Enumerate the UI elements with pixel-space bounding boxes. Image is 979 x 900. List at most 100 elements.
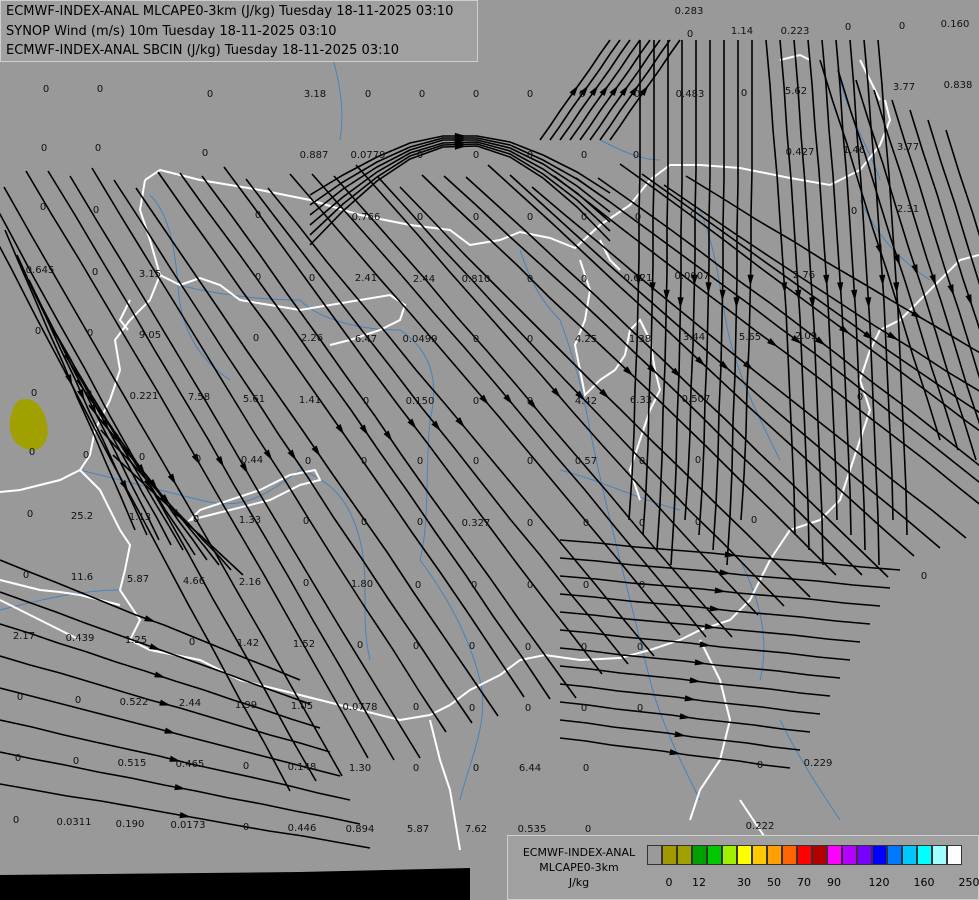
grid-value-label: 0 xyxy=(75,695,81,706)
legend-tick-label: 90 xyxy=(827,876,841,889)
grid-value-label: 0 xyxy=(751,515,757,526)
grid-value-label: 0 xyxy=(31,388,37,399)
grid-value-label: 0 xyxy=(417,517,423,528)
grid-value-label: 6.44 xyxy=(519,763,541,774)
grid-value-label: 0 xyxy=(35,326,41,337)
grid-value-label: 0 xyxy=(639,518,645,529)
grid-value-label: 0 xyxy=(473,334,479,345)
grid-value-label: 0 xyxy=(695,517,701,528)
grid-value-label: 0 xyxy=(639,456,645,467)
grid-value-label: 2.16 xyxy=(239,577,261,588)
grid-value-label: 0 xyxy=(527,396,533,407)
title-line-3: ECMWF-INDEX-ANAL SBCIN (J/kg) Tuesday 18… xyxy=(6,43,400,58)
grid-value-label: 0.515 xyxy=(118,758,147,769)
grid-value-label: 0 xyxy=(585,824,591,835)
grid-value-label: 6.47 xyxy=(355,334,377,345)
grid-value-label: 3.77 xyxy=(897,142,919,153)
legend-swatch xyxy=(827,845,842,865)
grid-value-label: 0 xyxy=(253,333,259,344)
grid-value-label: 0.621 xyxy=(624,273,653,284)
color-legend: ECMWF-INDEX-ANAL MLCAPE0-3km J/kg 0 12 30 5… xyxy=(507,835,979,900)
legend-label: ECMWF-INDEX-ANAL MLCAPE0-3km J/kg xyxy=(512,845,646,890)
grid-value-label: 0 xyxy=(413,702,419,713)
grid-value-label: 1.42 xyxy=(237,638,259,649)
grid-value-label: 2.44 xyxy=(179,698,201,709)
grid-value-label: 0 xyxy=(97,84,103,95)
legend-swatch xyxy=(842,845,857,865)
grid-value-label: 2.76 xyxy=(793,270,815,281)
grid-value-label: 0 xyxy=(899,21,905,32)
grid-value-label: 0 xyxy=(469,703,475,714)
legend-swatch xyxy=(677,845,692,865)
grid-value-label: 0.221 xyxy=(130,391,159,402)
grid-value-label: 0.522 xyxy=(120,697,149,708)
grid-value-label: 0 xyxy=(417,456,423,467)
grid-value-label: 0 xyxy=(243,761,249,772)
grid-value-label: 0 xyxy=(579,89,585,100)
grid-value-label: 0 xyxy=(309,273,315,284)
grid-value-label: 0 xyxy=(93,205,99,216)
grid-value-label: 1.80 xyxy=(351,579,373,590)
grid-value-label: 0 xyxy=(87,328,93,339)
legend-swatch xyxy=(932,845,947,865)
grid-value-label: 5.62 xyxy=(785,86,807,97)
grid-value-label: 3.15 xyxy=(139,269,161,280)
grid-value-label: 0 xyxy=(15,753,21,764)
grid-value-label: 1.41 xyxy=(299,395,321,406)
grid-value-label: 0 xyxy=(637,642,643,653)
grid-value-label: 0 xyxy=(473,212,479,223)
grid-value-label: 0 xyxy=(581,212,587,223)
grid-value-label: 0 xyxy=(305,456,311,467)
legend-swatch xyxy=(812,845,827,865)
legend-swatch xyxy=(782,845,797,865)
grid-value-label: 0.439 xyxy=(66,633,95,644)
grid-value-label: 0.535 xyxy=(518,824,547,835)
grid-value-label: 4.42 xyxy=(575,396,597,407)
grid-value-label: 0 xyxy=(583,518,589,529)
grid-value-label: 0.223 xyxy=(781,26,810,37)
grid-value-label: 1.25 xyxy=(125,635,147,646)
grid-value-label: 0 xyxy=(43,84,49,95)
grid-value-label: 0 xyxy=(527,334,533,345)
grid-value-label: 0 xyxy=(527,580,533,591)
grid-value-label: 2.31 xyxy=(897,204,919,215)
grid-value-label: 11.6 xyxy=(71,572,93,583)
grid-value-label: 0 xyxy=(527,212,533,223)
grid-value-label: 0 xyxy=(687,29,693,40)
legend-swatch xyxy=(797,845,812,865)
grid-value-label: 6.33 xyxy=(630,395,652,406)
legend-swatch xyxy=(887,845,902,865)
grid-value-label: 0.327 xyxy=(462,518,491,529)
grid-value-label: 1.46 xyxy=(843,145,865,156)
grid-value-label: 0 xyxy=(583,580,589,591)
grid-value-label: 0 xyxy=(527,150,533,161)
grid-value-label: 0 xyxy=(255,210,261,221)
grid-value-label: 0 xyxy=(195,454,201,465)
grid-value-label: 0 xyxy=(139,452,145,463)
grid-value-label: 4.66 xyxy=(183,576,205,587)
grid-value-label: 2.41 xyxy=(355,273,377,284)
grid-value-label: 0 xyxy=(415,580,421,591)
grid-value-label: 0 xyxy=(473,763,479,774)
grid-value-label: 1.13 xyxy=(129,512,151,523)
legend-swatch xyxy=(662,845,677,865)
legend-swatch xyxy=(722,845,737,865)
grid-value-label: 0 xyxy=(17,692,23,703)
grid-value-label: 0.810 xyxy=(462,274,491,285)
legend-swatch xyxy=(707,845,722,865)
grid-value-label: 0 xyxy=(581,642,587,653)
legend-subtitle: MLCAPE0-3km xyxy=(539,861,619,874)
grid-value-label: 0 xyxy=(741,88,747,99)
grid-value-label: 2.44 xyxy=(413,274,435,285)
grid-value-label: 0 xyxy=(921,571,927,582)
grid-value-label: 0 xyxy=(27,509,33,520)
grid-value-label: 0.0499 xyxy=(403,334,438,345)
legend-tick-label: 250 xyxy=(958,876,979,889)
grid-value-label: 0 xyxy=(40,202,46,213)
grid-value-label: 0 xyxy=(86,389,92,400)
title-box: ECMWF-INDEX-ANAL MLCAPE0-3km (J/kg) Tues… xyxy=(0,0,478,62)
grid-value-label: 0 xyxy=(633,150,639,161)
legend-swatch xyxy=(737,845,752,865)
grid-value-label: 0 xyxy=(525,642,531,653)
grid-value-label: 5.61 xyxy=(243,394,265,405)
